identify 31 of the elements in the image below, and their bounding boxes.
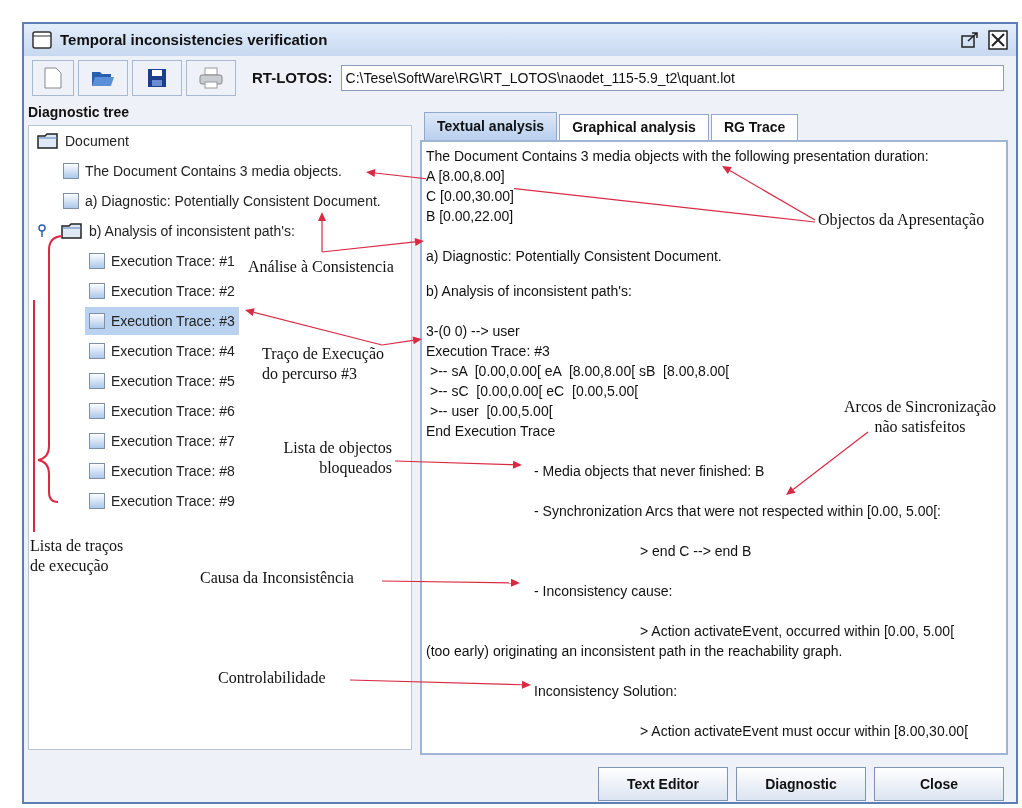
- dialog-button[interactable]: Text Editor: [598, 767, 728, 801]
- tree-item[interactable]: Execution Trace: #3: [85, 307, 239, 335]
- annotation-label: Controlabilidade: [218, 668, 326, 688]
- dialog-button[interactable]: Close: [874, 767, 1004, 801]
- tree-item[interactable]: Execution Trace: #5: [85, 367, 239, 395]
- annotation-label: Lista de traços de execução: [30, 536, 124, 576]
- path-field[interactable]: C:\Tese\SoftWare\RG\RT_LOTOS\naodet_115-5.9_t2\quant.lot: [340, 65, 1004, 91]
- tab[interactable]: Textual analysis: [424, 112, 558, 140]
- annotation-label: Análise à Consistencia: [248, 257, 394, 277]
- annotation-label: Arcos de Sincronização não satisfeitos: [843, 397, 997, 437]
- tree-item[interactable]: Execution Trace: #1: [85, 247, 239, 275]
- annotation-label: Traço de Execução do percurso #3: [262, 344, 385, 384]
- tree-item[interactable]: Execution Trace: #8: [85, 457, 239, 485]
- tab[interactable]: RG Trace: [710, 114, 799, 140]
- tree-item[interactable]: The Document Contains 3 media objects.: [59, 157, 346, 185]
- tree-item[interactable]: a) Diagnostic: Potentially Consistent Document.: [59, 187, 385, 215]
- rt-lotos-label: RT-LOTOS:: [252, 67, 333, 88]
- tree-item[interactable]: Execution Trace: #7: [85, 427, 239, 455]
- tree-item[interactable]: Execution Trace: #2: [85, 277, 239, 305]
- annotation-label: Objectos da Apresentação: [818, 210, 985, 230]
- tab[interactable]: Graphical analysis: [559, 114, 709, 140]
- tree-item[interactable]: b) Analysis of inconsistent path's:: [57, 217, 299, 245]
- tree-item[interactable]: Execution Trace: #4: [85, 337, 239, 365]
- panel-title: Diagnostic tree: [28, 103, 131, 122]
- annotation-label: Lista de objectos bloqueados: [282, 438, 392, 478]
- dialog-button[interactable]: Diagnostic: [736, 767, 866, 801]
- annotation-label: Causa da Inconsistência: [200, 568, 354, 588]
- window-title: Temporal inconsistencies verification: [60, 29, 328, 50]
- tree-item[interactable]: Document: [33, 127, 133, 155]
- tree-item[interactable]: Execution Trace: #9: [85, 487, 239, 515]
- tree-item[interactable]: Execution Trace: #6: [85, 397, 239, 425]
